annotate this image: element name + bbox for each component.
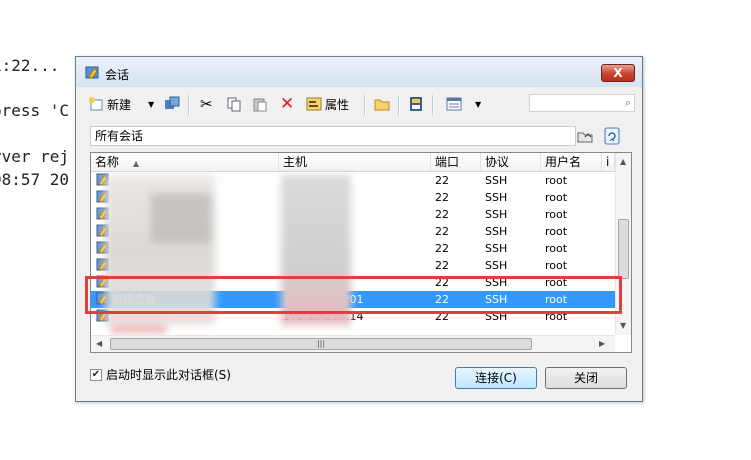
session-manager-icon[interactable] bbox=[408, 93, 424, 115]
scroll-left-icon[interactable]: ◀ bbox=[96, 339, 102, 348]
background-terminal: 1:22... press 'C rver rej 08:57 20 bbox=[0, 0, 80, 200]
terminal-line: 08:57 20 bbox=[0, 170, 70, 189]
new-button-label: 新建 bbox=[107, 97, 132, 112]
up-folder-icon[interactable] bbox=[576, 127, 596, 147]
session-list[interactable]: 名称 ▲ 主机 端口 协议 用户名 i 22 SSH root 22 SSH root 22 S… bbox=[90, 152, 632, 353]
scroll-down-icon[interactable]: ▼ bbox=[620, 321, 626, 330]
list-header: 名称 ▲ 主机 端口 协议 用户名 i bbox=[91, 153, 615, 172]
search-icon[interactable]: ⌕ bbox=[625, 96, 631, 110]
search-box[interactable]: ⌕ bbox=[529, 94, 635, 112]
properties-button[interactable]: 属性 bbox=[306, 93, 349, 115]
session-protocol: SSH bbox=[485, 174, 508, 187]
properties-label: 属性 bbox=[325, 97, 350, 112]
session-protocol: SSH bbox=[485, 225, 508, 238]
show-on-start-option[interactable]: ✔ 启动时显示此对话框(S) bbox=[90, 366, 231, 383]
properties-icon bbox=[306, 97, 322, 111]
search-input[interactable] bbox=[532, 96, 616, 112]
vertical-scroll-thumb[interactable] bbox=[618, 219, 629, 279]
sessions-dialog: 会话 X 新建 ▼ ✂ ✕ 属性 ▼ ⌕ 所有会话 名称 ▲ 主机 端口 协议 … bbox=[75, 56, 643, 402]
sort-asc-icon: ▲ bbox=[133, 159, 140, 168]
session-username: root bbox=[545, 259, 568, 272]
connect-button[interactable]: 连接(C) bbox=[455, 367, 537, 389]
session-username: root bbox=[545, 191, 568, 204]
session-protocol: SSH bbox=[485, 191, 508, 204]
folder-icon[interactable] bbox=[374, 93, 390, 115]
session-username: root bbox=[545, 225, 568, 238]
scroll-right-icon[interactable]: ▶ bbox=[599, 339, 605, 348]
view-dropdown-arrow-icon[interactable]: ▼ bbox=[475, 93, 481, 115]
cut-icon[interactable]: ✂ bbox=[200, 93, 213, 115]
session-protocol: SSH bbox=[485, 259, 508, 272]
folder-path-bar: 所有会话 bbox=[90, 126, 576, 146]
show-on-start-checkbox[interactable]: ✔ bbox=[90, 368, 102, 381]
paste-icon[interactable] bbox=[252, 93, 268, 115]
new-dropdown-arrow-icon[interactable]: ▼ bbox=[148, 93, 154, 115]
session-username: root bbox=[545, 208, 568, 221]
toolbar: 新建 ▼ ✂ ✕ 属性 ▼ ⌕ bbox=[82, 89, 636, 119]
view-icon[interactable] bbox=[446, 93, 462, 115]
show-on-start-label: 启动时显示此对话框(S) bbox=[106, 368, 231, 382]
column-header-host[interactable]: 主机 bbox=[279, 153, 431, 171]
horizontal-scroll-thumb[interactable]: ||| bbox=[110, 338, 532, 350]
dialog-title: 会话 bbox=[105, 68, 130, 82]
delete-icon[interactable]: ✕ bbox=[280, 93, 294, 115]
folder-path-label: 所有会话 bbox=[95, 129, 144, 143]
session-port: 22 bbox=[435, 191, 449, 204]
session-port: 22 bbox=[435, 242, 449, 255]
scroll-up-icon[interactable]: ▲ bbox=[620, 157, 626, 166]
sessions-icon bbox=[85, 66, 99, 79]
session-port: 22 bbox=[435, 174, 449, 187]
session-port: 22 bbox=[435, 225, 449, 238]
column-header-protocol[interactable]: 协议 bbox=[481, 153, 541, 171]
close-window-button[interactable]: X bbox=[601, 64, 635, 82]
column-header-username[interactable]: 用户名 bbox=[541, 153, 602, 171]
copy-icon[interactable] bbox=[226, 93, 242, 115]
horizontal-scrollbar[interactable]: ◀ ||| ▶ bbox=[91, 335, 615, 352]
redacted-last-name bbox=[111, 325, 166, 333]
refresh-icon[interactable] bbox=[603, 127, 623, 147]
session-port: 22 bbox=[435, 259, 449, 272]
session-port: 22 bbox=[435, 208, 449, 221]
terminal-line: press 'C bbox=[0, 101, 70, 120]
redacted-names-dark bbox=[151, 193, 211, 243]
title-bar[interactable]: 会话 X bbox=[76, 57, 642, 87]
terminal-line: 1:22... bbox=[0, 56, 60, 75]
terminal-line: rver rej bbox=[0, 147, 70, 166]
close-button[interactable]: 关闭 bbox=[545, 367, 627, 389]
column-header-more[interactable]: i bbox=[602, 153, 615, 171]
new-session-button[interactable]: 新建 bbox=[88, 93, 131, 115]
column-header-name[interactable]: 名称 ▲ bbox=[91, 153, 279, 171]
new-session-icon bbox=[89, 97, 103, 111]
highlight-annotation bbox=[85, 276, 622, 314]
session-protocol: SSH bbox=[485, 208, 508, 221]
session-username: root bbox=[545, 242, 568, 255]
session-username: root bbox=[545, 174, 568, 187]
session-protocol: SSH bbox=[485, 242, 508, 255]
connect-toolbar-icon[interactable] bbox=[164, 93, 180, 115]
column-header-port[interactable]: 端口 bbox=[431, 153, 481, 171]
